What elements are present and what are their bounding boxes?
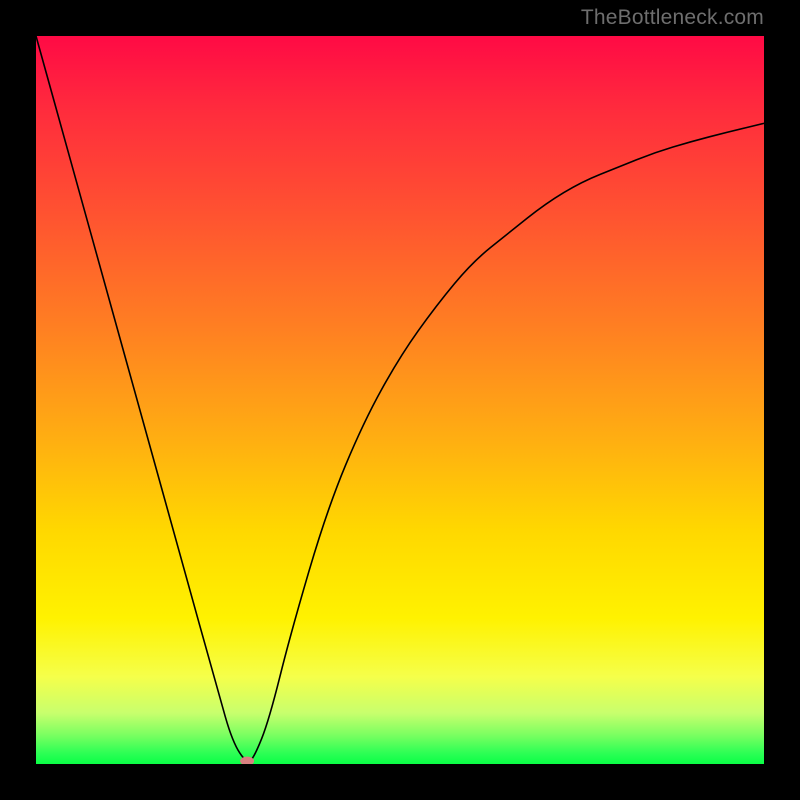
plot-area [36, 36, 764, 764]
chart-frame: TheBottleneck.com [0, 0, 800, 800]
watermark-text: TheBottleneck.com [581, 6, 764, 30]
bottleneck-curve [36, 36, 764, 764]
